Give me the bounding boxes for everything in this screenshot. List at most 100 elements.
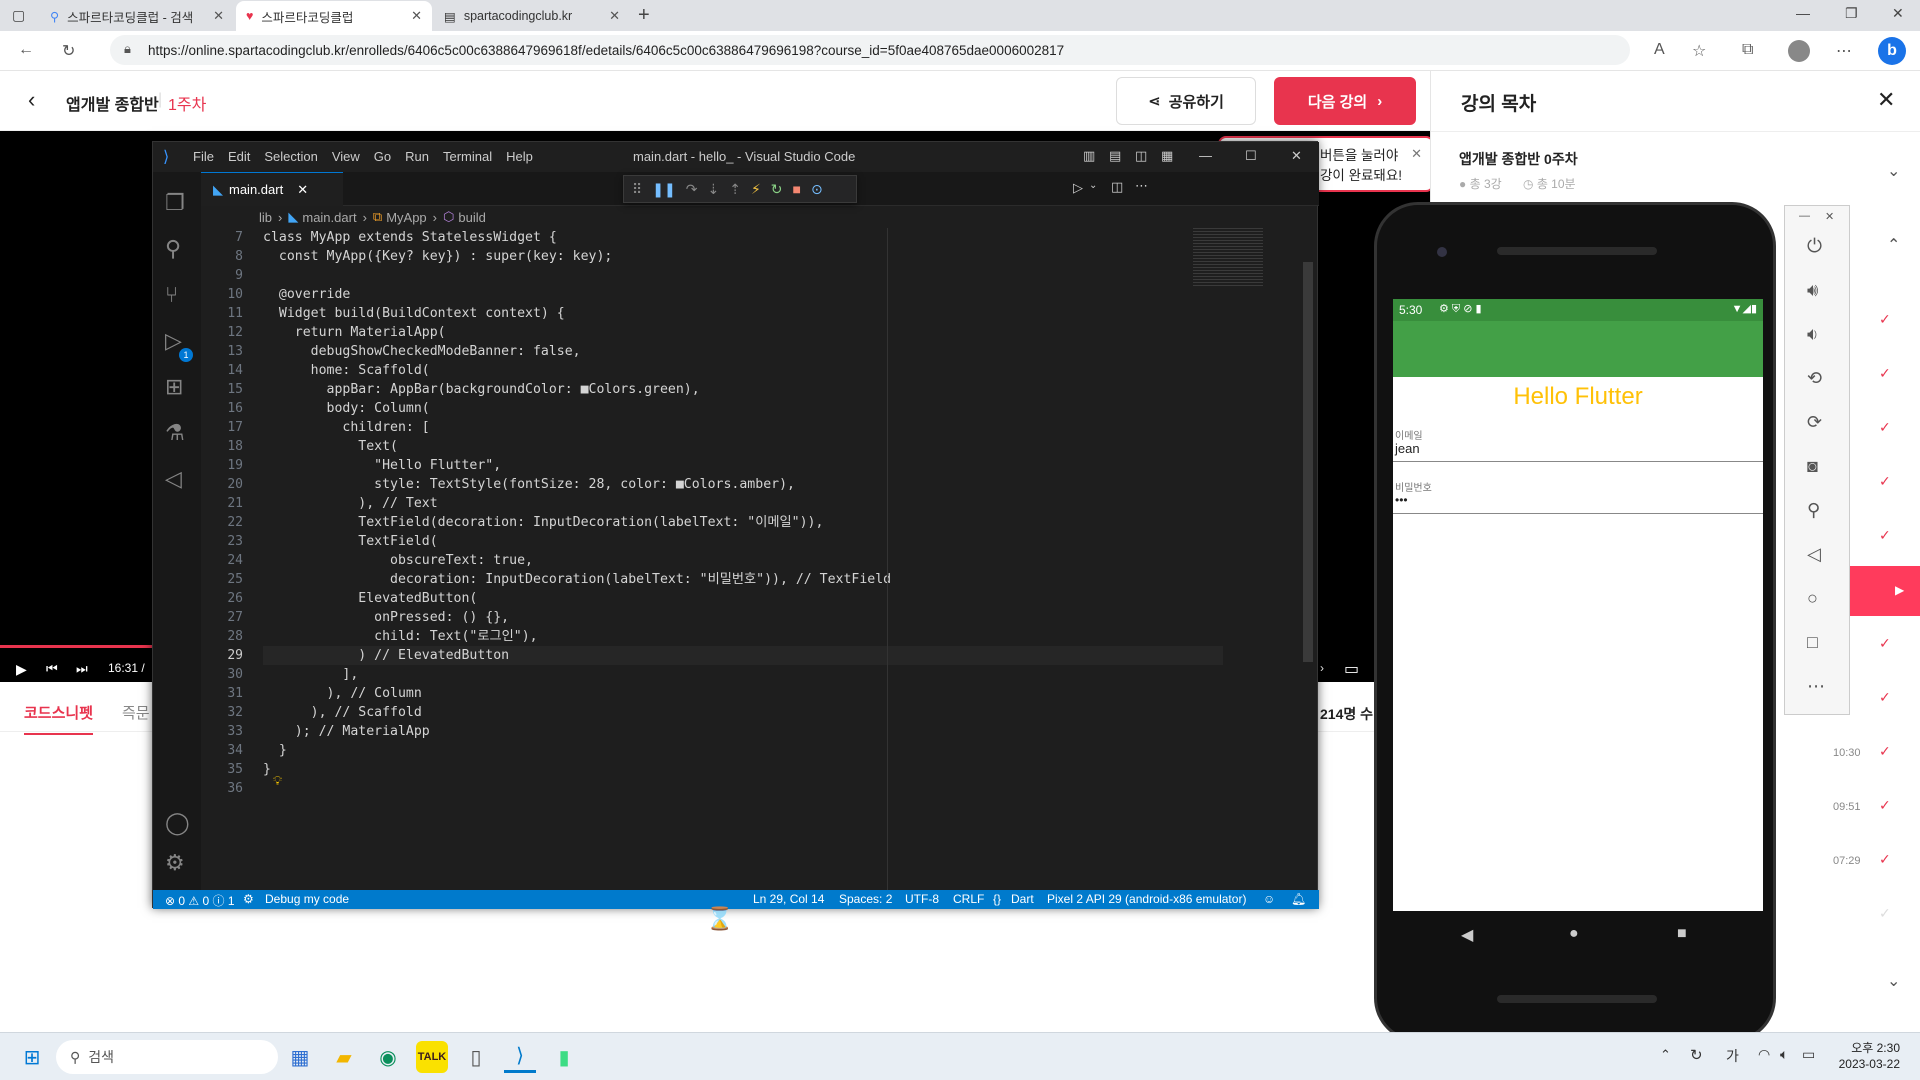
url-field[interactable]: 🔒︎ https://online.spartacodingclub.kr/en…	[110, 35, 1630, 65]
volume-down-icon[interactable]: 🔉︎	[1807, 324, 1818, 345]
split-editor-icon[interactable]: ◫	[1111, 179, 1123, 195]
panel-icon[interactable]: ▤	[1109, 148, 1121, 164]
chevron-down-icon[interactable]: ⌄	[1887, 161, 1900, 181]
android-overview-icon[interactable]: ■	[1677, 925, 1687, 943]
next-lecture-button[interactable]: 다음 강의 ›	[1274, 77, 1416, 125]
back-chevron-icon[interactable]: ‹	[28, 87, 35, 113]
more-icon[interactable]: ⋯	[1807, 676, 1825, 697]
stop-icon[interactable]: ■	[793, 181, 801, 197]
indentation[interactable]: Spaces: 2	[839, 892, 892, 906]
menu-go[interactable]: Go	[374, 149, 391, 164]
wifi-icon[interactable]: ◠	[1758, 1046, 1770, 1063]
task-view-icon[interactable]: ▦	[284, 1041, 316, 1073]
clock-time[interactable]: 오후 2:30	[1834, 1039, 1900, 1056]
volume-up-icon[interactable]: 🔊︎	[1807, 280, 1818, 301]
vscode-taskbar-icon[interactable]: ⟩	[504, 1041, 536, 1073]
start-icon[interactable]: ⊞	[16, 1041, 48, 1073]
tab-instant-question[interactable]: 즉문	[122, 702, 150, 723]
menu-help[interactable]: Help	[506, 149, 533, 164]
menu-selection[interactable]: Selection	[264, 149, 317, 164]
emulator-screen[interactable]: 5:30 ⚙ ⛨ ⊘ ▮ ▼◢▮ Hello Flutter 이메일 jean …	[1393, 299, 1763, 911]
scrollbar[interactable]	[1303, 262, 1313, 662]
menu-terminal[interactable]: Terminal	[443, 149, 492, 164]
minimize-icon[interactable]: —	[1796, 5, 1810, 21]
menu-run[interactable]: Run	[405, 149, 429, 164]
section-title[interactable]: 앱개발 종합반 0주차	[1459, 149, 1578, 169]
collections-icon[interactable]: ⧉	[1742, 41, 1753, 59]
home-icon[interactable]: ○	[1807, 588, 1818, 609]
tab-spartacodingclub[interactable]: ▤ spartacodingclub.kr ✕	[434, 1, 630, 31]
back-icon[interactable]: ◁	[1807, 544, 1821, 565]
hot-reload-icon[interactable]: ⚡	[751, 181, 761, 198]
debug-session[interactable]: Debug my code	[265, 892, 349, 906]
tab-search[interactable]: ⚲ 스파르타코딩클럽 - 검색 ✕	[40, 1, 234, 31]
subtitles-icon[interactable]: ▭	[1344, 659, 1359, 679]
gear-icon[interactable]: ⚙	[165, 850, 185, 876]
overview-icon[interactable]: □	[1807, 632, 1818, 653]
android-home-icon[interactable]: ●	[1569, 925, 1579, 943]
ime-indicator[interactable]: 가	[1726, 1046, 1739, 1066]
sidebar-icon[interactable]: ◫	[1135, 148, 1147, 164]
new-tab-icon[interactable]: +	[638, 4, 650, 27]
more-icon[interactable]: ⋯	[1135, 178, 1148, 194]
breadcrumb-item[interactable]: main.dart	[302, 210, 356, 225]
rotate-left-icon[interactable]: ⟲	[1807, 368, 1822, 389]
taskbar-search[interactable]: ⚲ 검색	[56, 1040, 278, 1074]
minimap[interactable]	[1193, 228, 1263, 288]
android-emulator-icon[interactable]: ▮	[548, 1041, 580, 1073]
android-back-icon[interactable]: ◀	[1461, 925, 1473, 945]
bing-icon[interactable]: b	[1878, 37, 1906, 65]
zoom-icon[interactable]: ⚲	[1807, 500, 1820, 521]
file-icon[interactable]: ▯	[460, 1041, 492, 1073]
breadcrumb-item[interactable]: lib	[259, 210, 272, 225]
power-icon[interactable]: ⏻	[1807, 236, 1822, 258]
close-icon[interactable]: ✕	[411, 8, 422, 24]
chevron-up-icon[interactable]: ⌃	[1887, 235, 1900, 255]
breadcrumb-item[interactable]: build	[458, 210, 485, 225]
restart-icon[interactable]: ↻	[771, 181, 783, 198]
flutter-icon[interactable]: ◁	[165, 466, 182, 492]
clock-date[interactable]: 2023-03-22	[1834, 1057, 1900, 1071]
volume-icon[interactable]: 🔈︎	[1780, 1046, 1788, 1063]
more-icon[interactable]: ⋯	[1836, 41, 1852, 61]
next-icon[interactable]: ⏭	[76, 661, 88, 677]
restore-icon[interactable]: ❐	[1845, 5, 1858, 22]
device-selector[interactable]: Pixel 2 API 29 (android-x86 emulator)	[1047, 892, 1246, 906]
player-control-icon[interactable]: ›	[1320, 661, 1324, 675]
close-icon[interactable]: ✕	[213, 8, 224, 24]
favorite-icon[interactable]: ☆	[1692, 41, 1706, 61]
close-icon[interactable]: ✕	[1877, 87, 1895, 113]
profile-avatar[interactable]	[1788, 40, 1810, 62]
close-icon[interactable]: ✕	[609, 8, 620, 24]
search-icon[interactable]: ⚲	[165, 236, 181, 262]
explorer-icon[interactable]: ❐	[165, 190, 185, 216]
rotate-right-icon[interactable]: ⟳	[1807, 412, 1822, 433]
feedback-icon[interactable]: ☺	[1263, 892, 1275, 906]
close-icon[interactable]: ✕	[297, 182, 308, 198]
tab-main-dart[interactable]: ◣ main.dart ✕	[201, 172, 343, 206]
maximize-icon[interactable]: ☐	[1245, 148, 1257, 164]
encoding[interactable]: UTF-8	[905, 892, 939, 906]
menu-view[interactable]: View	[332, 149, 360, 164]
share-button[interactable]: ⋖ 공유하기	[1116, 77, 1256, 125]
kakaotalk-icon[interactable]: TALK	[416, 1041, 448, 1073]
close-icon[interactable]: ✕	[1411, 144, 1422, 164]
progress-bar[interactable]	[0, 645, 152, 648]
minimize-icon[interactable]: —	[1799, 210, 1810, 222]
sync-icon[interactable]: ↻	[1690, 1046, 1703, 1064]
line-endings[interactable]: CRLF	[953, 892, 984, 906]
extensions-icon[interactable]: ⊞	[165, 374, 183, 400]
close-icon[interactable]: ✕	[1825, 210, 1834, 223]
step-into-icon[interactable]: ⇣	[707, 181, 719, 198]
source-control-icon[interactable]: ⑂	[165, 282, 178, 308]
cursor-position[interactable]: Ln 29, Col 14	[753, 892, 824, 906]
minimize-icon[interactable]: —	[1199, 148, 1212, 163]
pause-icon[interactable]: ❚❚	[652, 181, 675, 198]
camera-icon[interactable]: ◙	[1807, 456, 1818, 477]
edge-icon[interactable]: ◉	[372, 1041, 404, 1073]
back-icon[interactable]: ←	[18, 41, 34, 59]
password-field[interactable]: •••	[1395, 493, 1408, 507]
tab-actions-icon[interactable]: ▢	[12, 7, 25, 24]
menu-edit[interactable]: Edit	[228, 149, 250, 164]
chevron-down-icon[interactable]: ⌄	[1887, 971, 1900, 991]
